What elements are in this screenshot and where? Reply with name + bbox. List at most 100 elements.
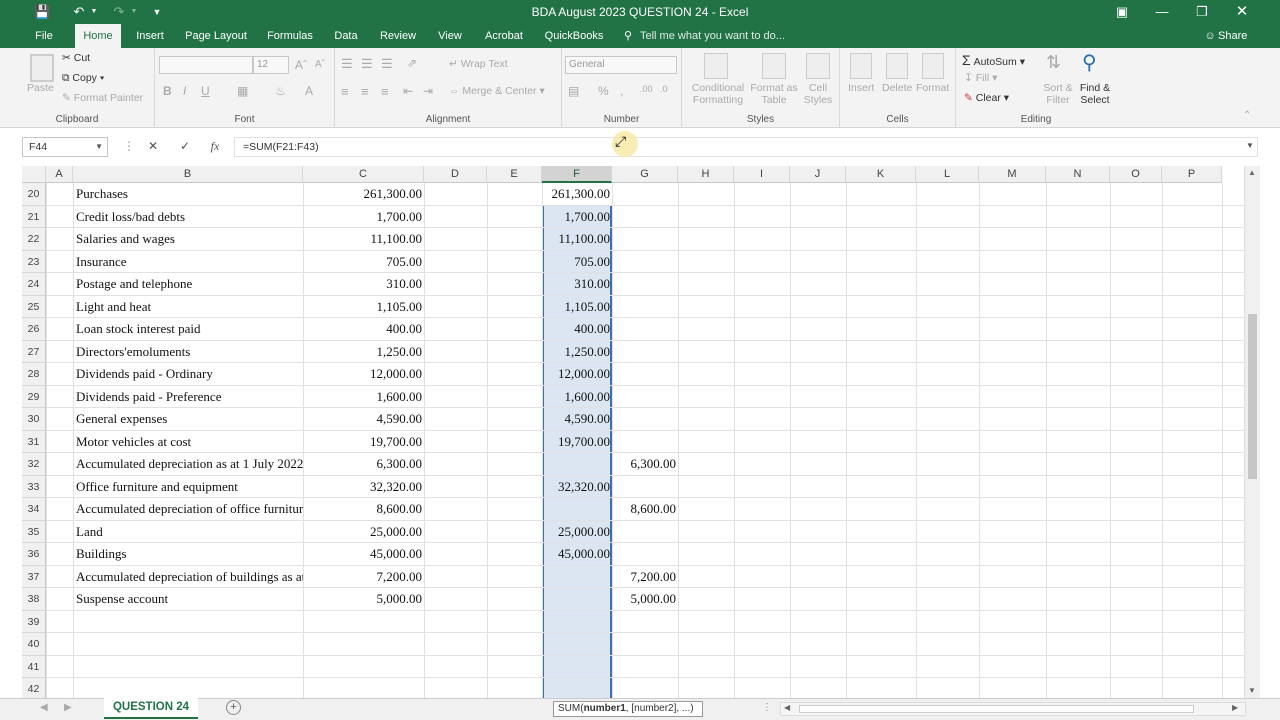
font-size-dropdown[interactable]: 12 (253, 56, 289, 74)
cut-button[interactable]: ✂ Cut (62, 52, 90, 64)
row-header[interactable]: 38 (22, 588, 46, 611)
cell-f-debit[interactable]: 19,700.00 (542, 431, 612, 454)
column-header-l[interactable]: L (916, 166, 979, 183)
find-select-button[interactable]: Find & Select (1076, 82, 1114, 106)
column-header-f[interactable]: F (542, 166, 612, 183)
cell-b-description[interactable]: Motor vehicles at cost (73, 431, 303, 454)
cell-g-credit[interactable] (612, 341, 678, 364)
column-header-o[interactable]: O (1110, 166, 1162, 183)
cell-g-credit[interactable]: 5,000.00 (612, 588, 678, 611)
row-header[interactable]: 40 (22, 633, 46, 656)
cell-b-description[interactable]: Salaries and wages (73, 228, 303, 251)
cell-f-debit[interactable]: 310.00 (542, 273, 612, 296)
cell-g-credit[interactable] (612, 251, 678, 274)
cell-g-credit[interactable] (612, 431, 678, 454)
vertical-scroll-thumb[interactable] (1248, 314, 1257, 479)
cell-f-debit[interactable] (542, 453, 612, 476)
cell-c-amount[interactable]: 25,000.00 (303, 521, 424, 544)
cell-g-credit[interactable] (612, 363, 678, 386)
ribbon-display-icon[interactable]: ▣ (1112, 2, 1132, 22)
cell-g-credit[interactable] (612, 318, 678, 341)
cell-c-amount[interactable]: 400.00 (303, 318, 424, 341)
cell-c-amount[interactable]: 11,100.00 (303, 228, 424, 251)
sheet-options-icon[interactable]: ⋮ (762, 702, 772, 713)
column-header-k[interactable]: K (846, 166, 916, 183)
tab-view[interactable]: View (433, 24, 467, 48)
italic-button[interactable]: I (183, 84, 186, 98)
tab-data[interactable]: Data (329, 24, 363, 48)
cell-b-description[interactable]: Loan stock interest paid (73, 318, 303, 341)
vertical-scrollbar[interactable]: ▲ ▼ (1244, 166, 1260, 698)
row-header[interactable]: 39 (22, 610, 46, 633)
format-cells-button[interactable]: Format (916, 82, 949, 94)
cell-c-amount[interactable]: 1,250.00 (303, 341, 424, 364)
tab-home[interactable]: Home (75, 24, 121, 48)
row-header[interactable]: 31 (22, 430, 46, 453)
restore-icon[interactable]: ❐ (1192, 2, 1212, 22)
minimize-icon[interactable]: — (1152, 2, 1172, 22)
comma-style-icon[interactable]: , (620, 84, 623, 98)
cell-b-description[interactable]: Suspense account (73, 588, 303, 611)
cell-c-amount[interactable]: 1,105.00 (303, 296, 424, 319)
cell-f-debit[interactable] (542, 633, 612, 656)
cell-f-debit[interactable]: 261,300.00 (542, 183, 612, 206)
tab-quickbooks[interactable]: QuickBooks (542, 24, 606, 48)
expand-formula-bar-icon[interactable]: ▼ (1246, 141, 1254, 150)
cell-b-description[interactable]: Accumulated depreciation as at 1 July 20… (73, 453, 303, 476)
font-name-dropdown[interactable] (159, 56, 253, 74)
name-box[interactable]: F44 ▼ (22, 137, 108, 157)
cell-f-debit[interactable] (542, 588, 612, 611)
row-header[interactable]: 28 (22, 363, 46, 386)
row-header[interactable]: 29 (22, 385, 46, 408)
tell-me-search[interactable]: Tell me what you want to do... (640, 24, 790, 48)
decrease-indent-icon[interactable]: ⇤ (403, 84, 413, 98)
cell-c-amount[interactable]: 6,300.00 (303, 453, 424, 476)
row-header[interactable]: 27 (22, 340, 46, 363)
cell-c-amount[interactable]: 19,700.00 (303, 431, 424, 454)
cell-f-debit[interactable]: 400.00 (542, 318, 612, 341)
row-header[interactable]: 34 (22, 498, 46, 521)
cell-c-amount[interactable]: 5,000.00 (303, 588, 424, 611)
cell-b-description[interactable]: Dividends paid - Preference (73, 386, 303, 409)
share-button[interactable]: Share (1218, 24, 1248, 48)
row-header[interactable]: 42 (22, 678, 46, 698)
grow-font-icon[interactable]: Aˆ (295, 58, 307, 72)
number-format-dropdown[interactable]: General (565, 56, 677, 74)
row-header[interactable]: 23 (22, 250, 46, 273)
cell-b-description[interactable]: Purchases (73, 183, 303, 206)
cell-b-description[interactable]: General expenses (73, 408, 303, 431)
cell-b-description[interactable]: Accumulated depreciation of buildings as… (73, 566, 303, 589)
column-header-b[interactable]: B (73, 166, 303, 183)
cell-b-description[interactable]: Credit loss/bad debts (73, 206, 303, 229)
cell-f-debit[interactable]: 11,100.00 (542, 228, 612, 251)
cell-b-description[interactable]: Buildings (73, 543, 303, 566)
cell-g-credit[interactable] (612, 521, 678, 544)
next-sheet-icon[interactable]: ▶ (64, 702, 72, 713)
cell-f-debit[interactable]: 12,000.00 (542, 363, 612, 386)
cell-g-credit[interactable] (612, 611, 678, 634)
cell-c-amount[interactable]: 12,000.00 (303, 363, 424, 386)
cell-c-amount[interactable]: 261,300.00 (303, 183, 424, 206)
cell-c-amount[interactable]: 7,200.00 (303, 566, 424, 589)
column-header-e[interactable]: E (487, 166, 542, 183)
clear-button[interactable]: ✎ Clear ▾ (964, 92, 1009, 104)
row-header[interactable]: 41 (22, 655, 46, 678)
cell-g-credit[interactable] (612, 543, 678, 566)
horizontal-scrollbar[interactable]: ◀ ▶ (780, 702, 1246, 716)
scroll-right-icon[interactable]: ▶ (1232, 703, 1238, 712)
cell-f-debit[interactable]: 1,600.00 (542, 386, 612, 409)
insert-function-icon[interactable]: fx (206, 139, 224, 154)
increase-indent-icon[interactable]: ⇥ (423, 84, 433, 98)
cell-b-description[interactable]: Accumulated depreciation of office furni… (73, 498, 303, 521)
cell-g-credit[interactable] (612, 678, 678, 698)
tab-page-layout[interactable]: Page Layout (181, 24, 251, 48)
cell-c-amount[interactable] (303, 678, 424, 698)
middle-align-icon[interactable]: ☰ (361, 56, 373, 72)
row-header[interactable]: 24 (22, 273, 46, 296)
enter-check-icon[interactable]: ✓ (176, 139, 194, 153)
row-header[interactable]: 35 (22, 520, 46, 543)
cell-c-amount[interactable]: 32,320.00 (303, 476, 424, 499)
conditional-formatting-button[interactable]: Conditional Formatting (688, 82, 748, 106)
cell-c-amount[interactable]: 8,600.00 (303, 498, 424, 521)
tab-insert[interactable]: Insert (130, 24, 170, 48)
